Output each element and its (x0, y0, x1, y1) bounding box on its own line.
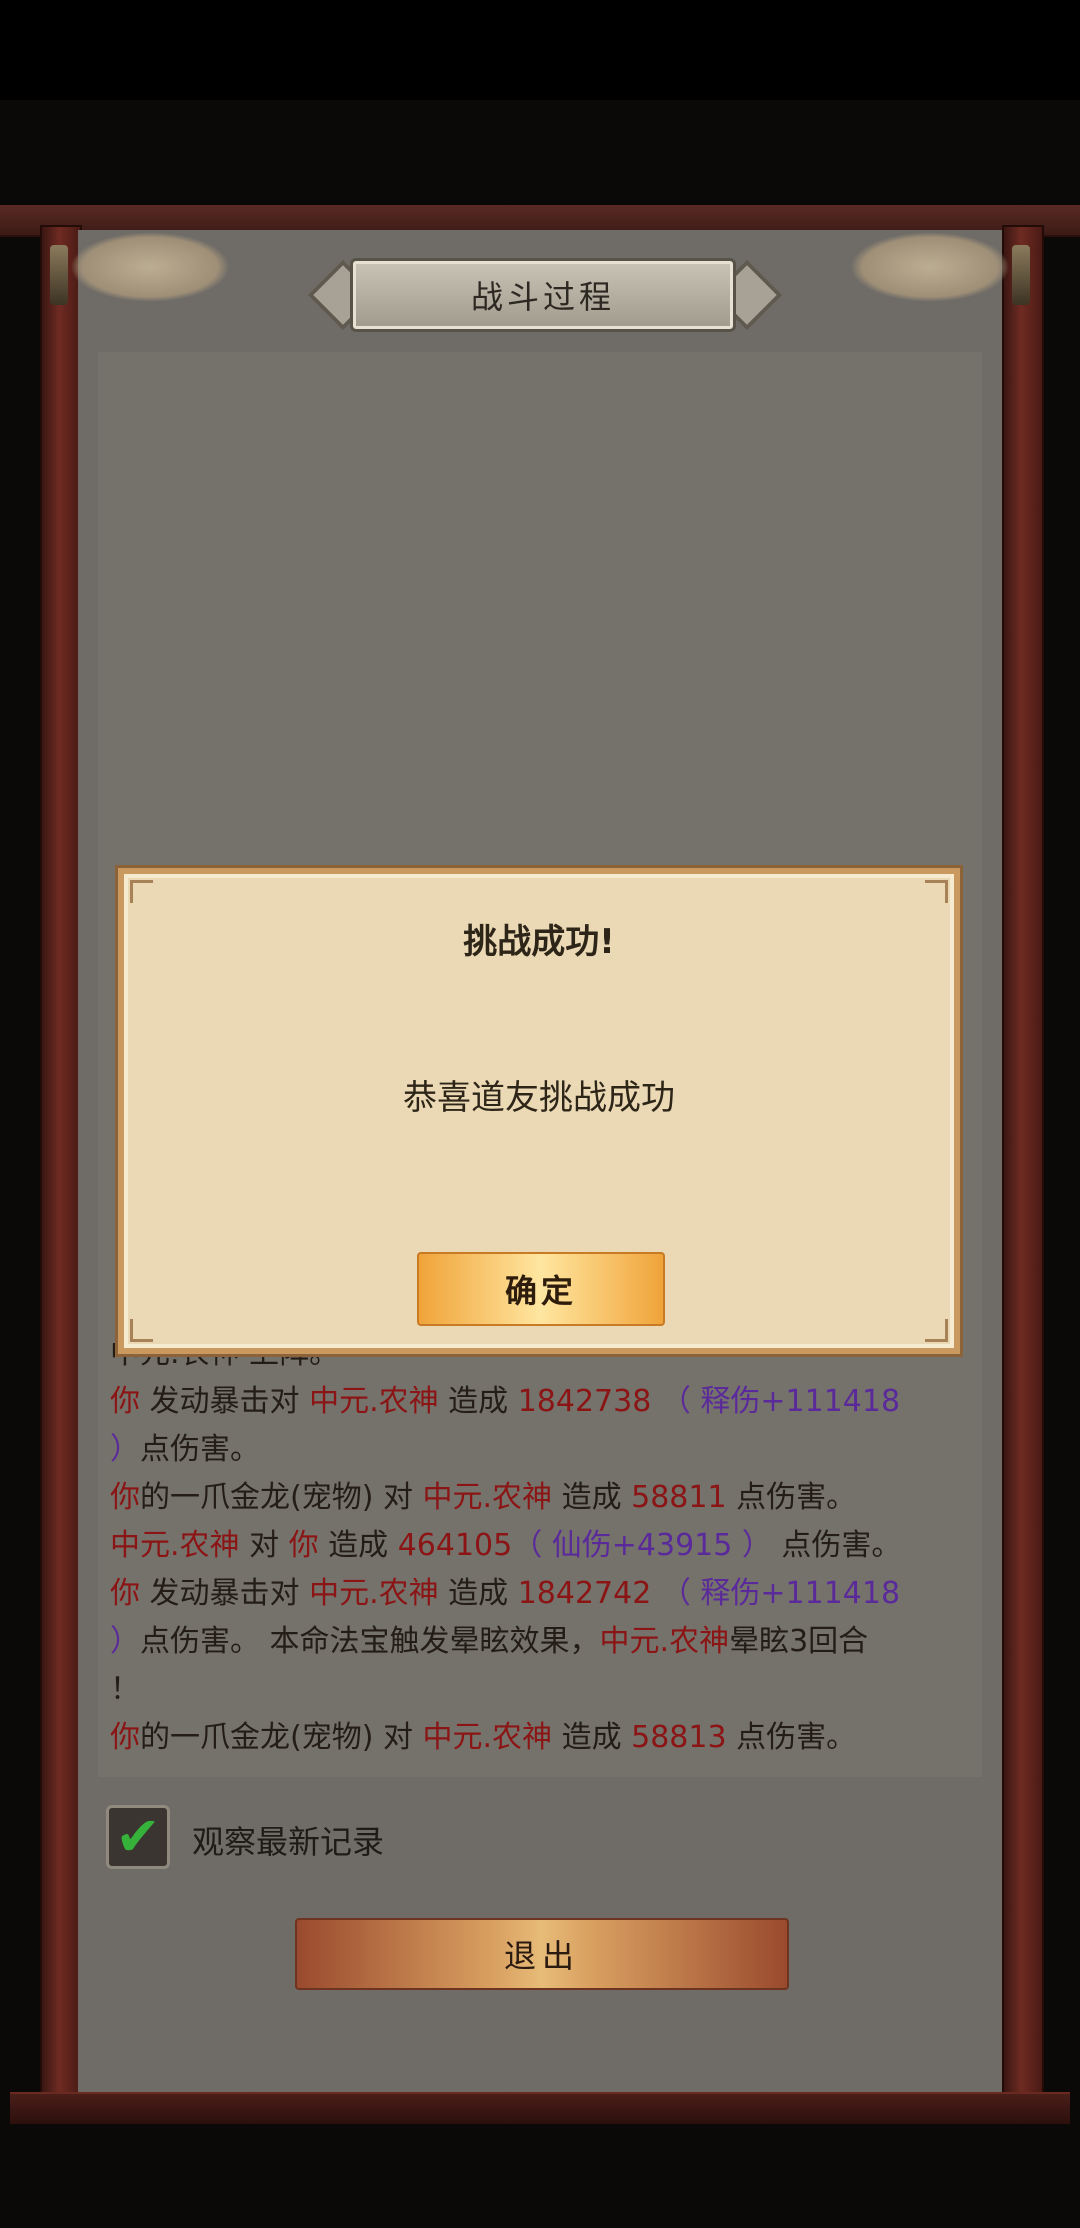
corner-ornament (130, 1319, 153, 1342)
log-line: ）点伤害。 本命法宝触发晕眩效果，中元.农神晕眩3回合 (110, 1618, 970, 1666)
log-line: 你 发动暴击对 中元.农神 造成 1842738 （ 释伤+111418 (110, 1378, 970, 1426)
log-segment: 中元.农神 (309, 1384, 439, 1419)
log-segment: 中元.农神 (422, 1720, 553, 1755)
log-segment: ！ (110, 1672, 140, 1707)
exit-label: 退出 (503, 1937, 580, 1975)
log-segment: （ 释伤+111418 (651, 1576, 901, 1611)
log-segment: 中元.农神 (422, 1480, 553, 1515)
log-segment: 58811 (631, 1480, 727, 1515)
log-segment: 你 (110, 1576, 140, 1611)
log-segment: 点伤害。 (771, 1528, 902, 1563)
scroll-bottom-beam (10, 2092, 1070, 2124)
log-segment: 造成 (552, 1720, 632, 1755)
lantern-icon (50, 245, 68, 305)
log-segment: 点伤害。 (726, 1720, 857, 1755)
log-segment: 中元.农神 (309, 1576, 439, 1611)
confirm-label: 确定 (504, 1272, 577, 1310)
left-pillar (40, 225, 82, 2109)
log-segment: 造成 (552, 1480, 632, 1515)
log-segment: 你 (288, 1528, 319, 1563)
log-segment: 晕眩3回合 (729, 1624, 869, 1659)
log-line: 你的一爪金龙(宠物) 对 中元.农神 造成 58811 点伤害。 (110, 1474, 970, 1522)
battle-log: 中元.农神 上阵。你 发动暴击对 中元.农神 造成 1842738 （ 释伤+1… (110, 1330, 970, 1762)
log-line: 中元.农神 对 你 造成 464105（ 仙伤+43915 ） 点伤害。 (110, 1522, 970, 1570)
status-bar (0, 0, 1080, 100)
log-segment: 对 (239, 1528, 289, 1563)
dialog-message: 恭喜道友挑战成功 (403, 1078, 675, 1118)
exit-button[interactable]: 退出 (295, 1918, 789, 1990)
log-segment: 点伤害。 (726, 1480, 857, 1515)
observe-label: 观察最新记录 (192, 1823, 385, 1861)
observe-checkbox[interactable]: ✔ (106, 1805, 170, 1869)
confirm-button[interactable]: 确定 (417, 1252, 665, 1326)
log-segment: 造成 (318, 1528, 398, 1563)
log-segment: 中元.农神 (110, 1528, 240, 1563)
log-segment: 点伤害。 (140, 1432, 260, 1467)
log-segment: 1842742 (517, 1576, 652, 1611)
log-segment: 464105 (397, 1528, 513, 1563)
log-segment: 造成 (438, 1576, 518, 1611)
cloud-ornament (70, 232, 230, 302)
cloud-ornament (850, 232, 1010, 302)
log-segment: ） (110, 1432, 140, 1467)
window-title: 战斗过程 (470, 278, 615, 316)
log-segment: 你 (110, 1384, 140, 1419)
log-segment: 你 (110, 1480, 140, 1515)
log-line: ！ (110, 1666, 970, 1714)
right-pillar (1002, 225, 1044, 2109)
log-segment: （ 释伤+111418 (651, 1384, 901, 1419)
corner-ornament (925, 880, 948, 903)
result-dialog: 挑战成功! 恭喜道友挑战成功 确定 (118, 868, 960, 1354)
log-segment: 发动暴击对 (140, 1576, 310, 1611)
log-line: 你的一爪金龙(宠物) 对 中元.农神 造成 58813 点伤害。 (110, 1714, 970, 1762)
corner-ornament (130, 880, 153, 903)
log-segment: 中元.农神 (599, 1624, 730, 1659)
log-segment: 点伤害。 本命法宝触发晕眩效果， (140, 1624, 600, 1659)
log-segment: 的一爪金龙(宠物) 对 (140, 1720, 423, 1755)
log-segment: 1842738 (517, 1384, 652, 1419)
dialog-title: 挑战成功! (463, 922, 615, 962)
checkmark-icon: ✔ (115, 1805, 161, 1868)
log-segment: 你 (110, 1720, 140, 1755)
log-line: ）点伤害。 (110, 1426, 970, 1474)
log-segment: ） (110, 1624, 140, 1659)
log-segment: 58813 (631, 1720, 727, 1755)
log-segment: （ 仙伤+43915 ） (512, 1528, 772, 1563)
log-segment: 发动暴击对 (140, 1384, 310, 1419)
corner-ornament (925, 1319, 948, 1342)
log-segment: 的一爪金龙(宠物) 对 (140, 1480, 423, 1515)
log-line: 你 发动暴击对 中元.农神 造成 1842742 （ 释伤+111418 (110, 1570, 970, 1618)
title-plate: 战斗过程 (350, 258, 736, 332)
lantern-icon (1012, 245, 1030, 305)
log-segment: 造成 (438, 1384, 518, 1419)
